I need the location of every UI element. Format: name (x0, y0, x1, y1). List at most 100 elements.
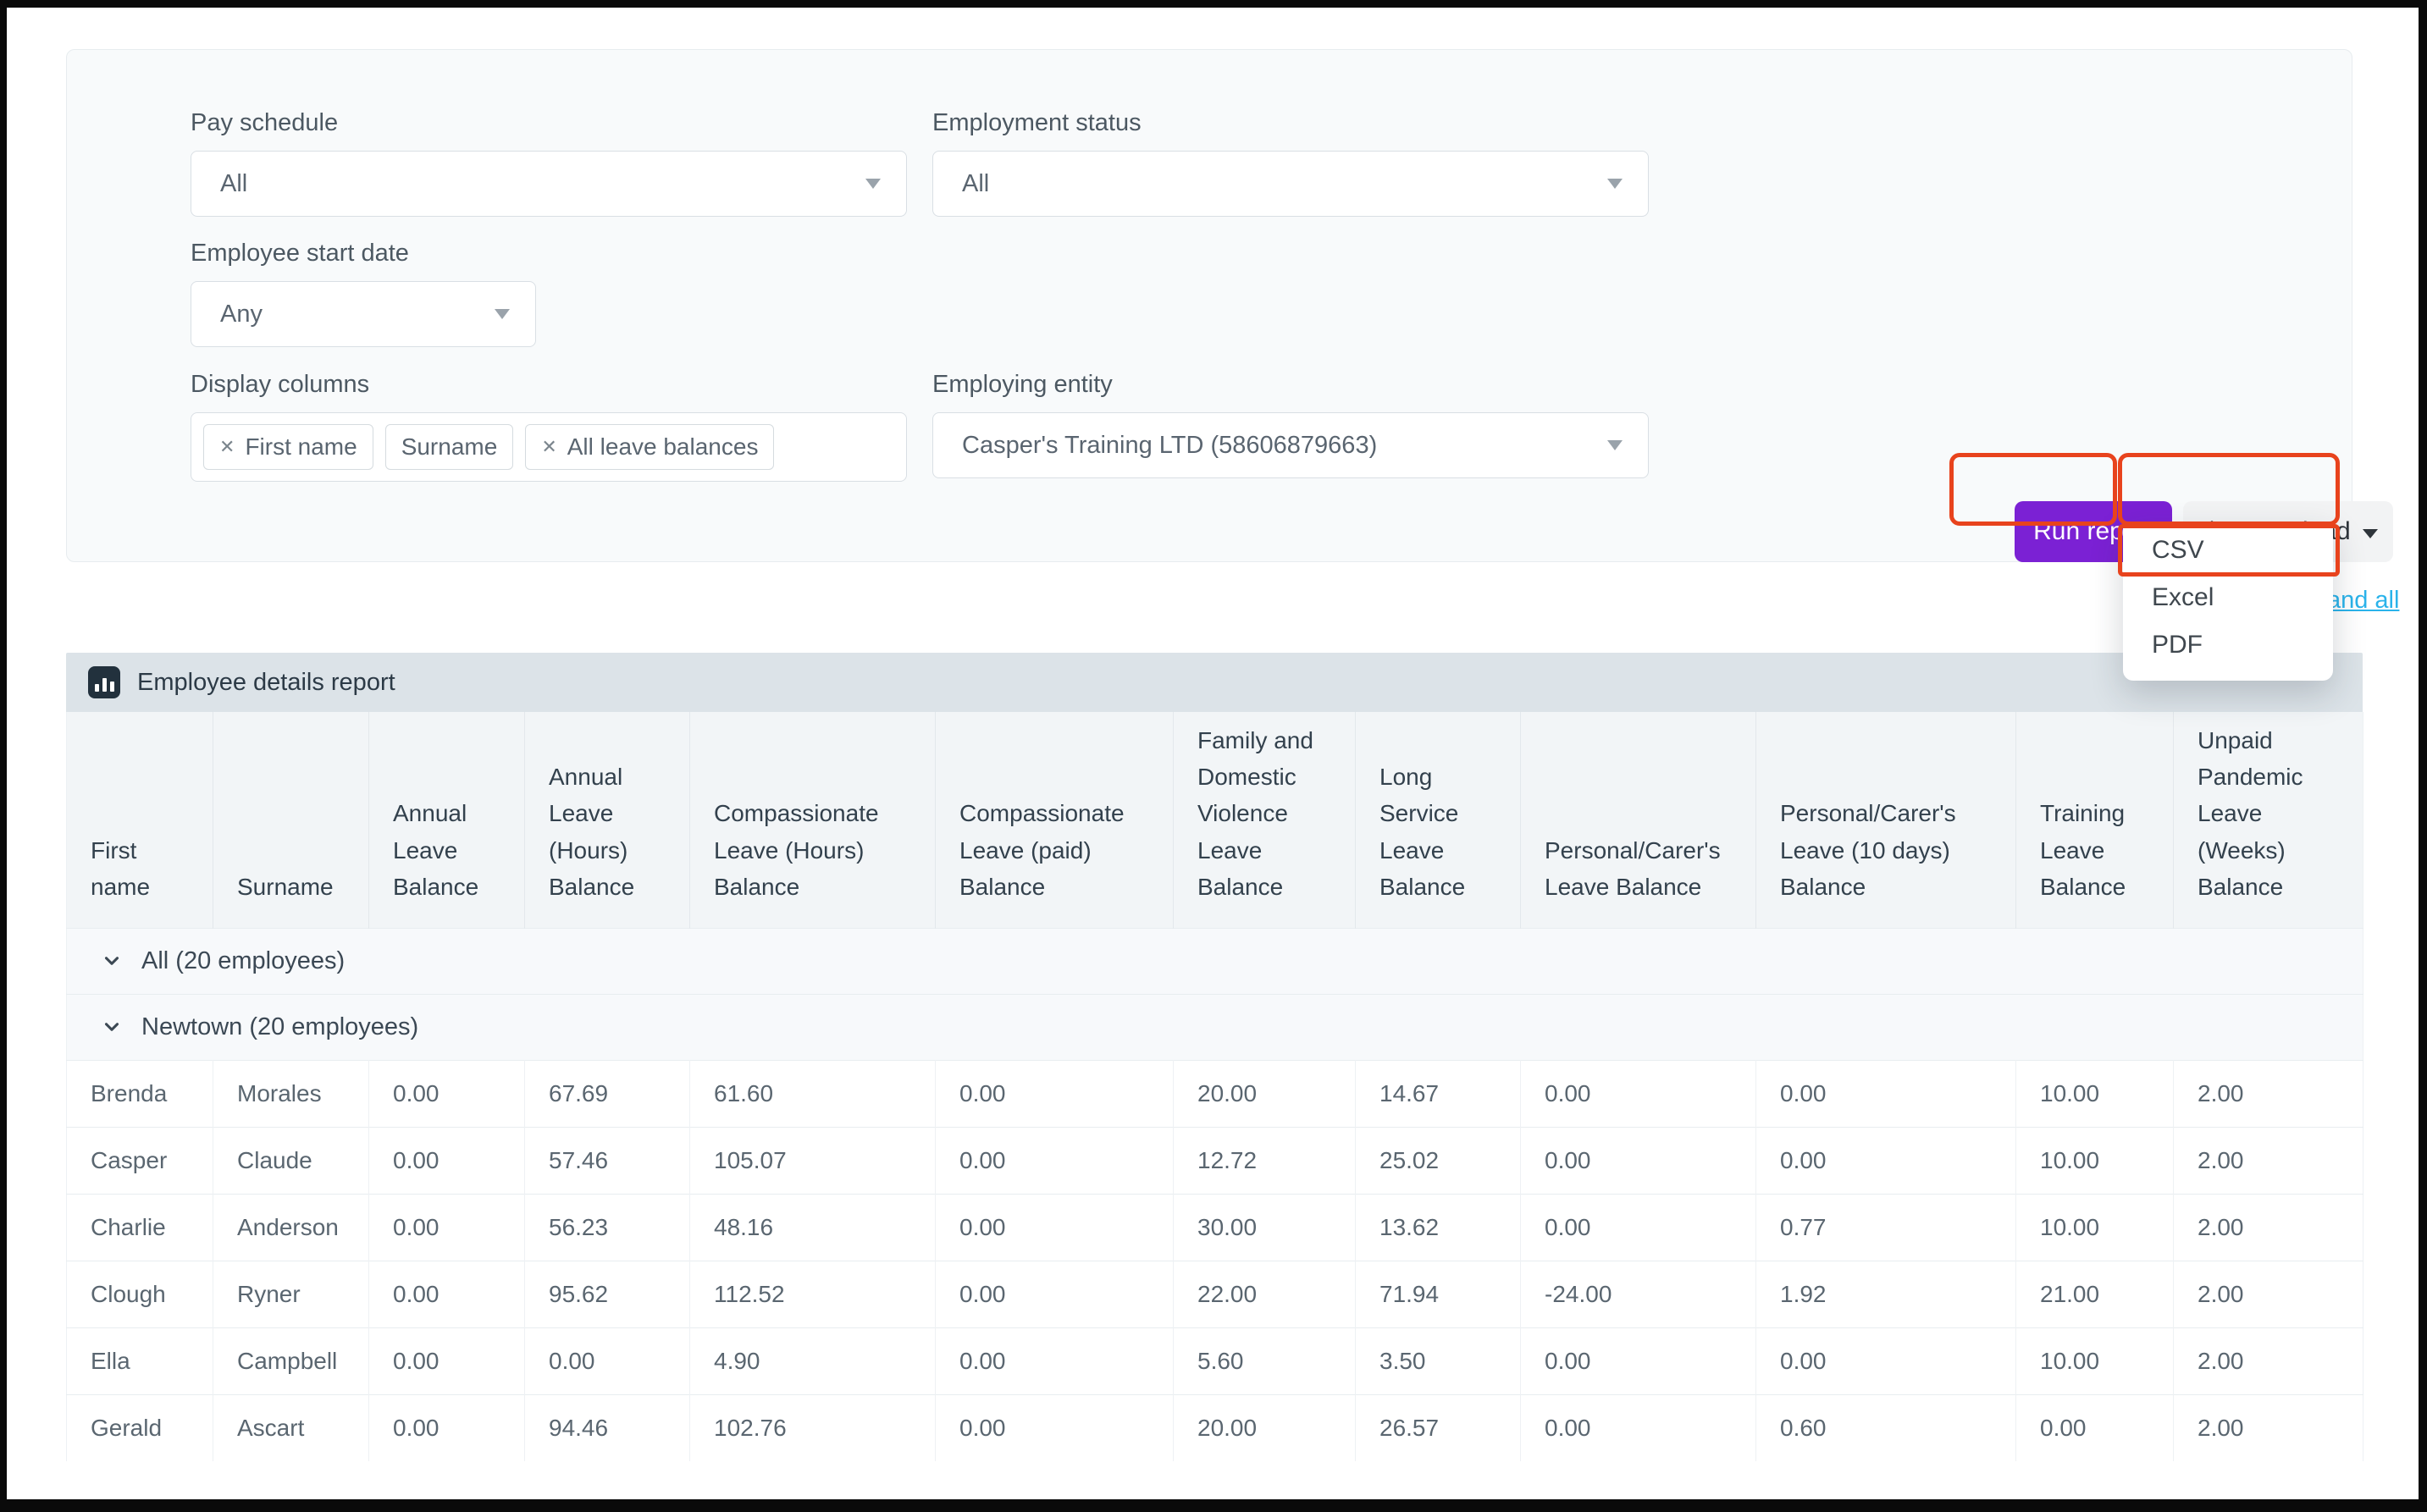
column-header: Surname (213, 712, 369, 928)
cell: 12.72 (1173, 1126, 1356, 1194)
cell: 0.00 (524, 1327, 690, 1394)
group-row[interactable]: All (20 employees) (66, 927, 2363, 994)
pay-schedule-field: Pay schedule All (191, 109, 907, 217)
cell: 48.16 (689, 1193, 936, 1261)
cell: 102.76 (689, 1393, 936, 1461)
chevron-down-icon (104, 1023, 119, 1031)
remove-icon[interactable]: ✕ (219, 438, 235, 456)
screenshot-frame: Pay schedule All Employment status All E… (0, 0, 2427, 1512)
pay-schedule-select[interactable]: All (191, 151, 907, 217)
employing-entity-select[interactable]: Casper's Training LTD (58606879663) (932, 412, 1649, 478)
cell: 2.00 (2173, 1059, 2363, 1127)
cell: 67.69 (524, 1059, 690, 1127)
cell: Brenda (66, 1059, 213, 1127)
chevron-down-icon (2362, 528, 2378, 538)
cell: 30.00 (1173, 1193, 1356, 1261)
cell: 57.46 (524, 1126, 690, 1194)
column-header: Personal/Carer's Leave Balance (1520, 712, 1756, 928)
cell: 0.00 (935, 1393, 1174, 1461)
cell: 1.92 (1755, 1260, 2016, 1327)
cell: 3.50 (1355, 1327, 1521, 1394)
cell: 0.00 (935, 1193, 1174, 1261)
cell: 94.46 (524, 1393, 690, 1461)
cell: Campbell (213, 1327, 369, 1394)
report-title: Employee details report (137, 668, 395, 696)
display-column-tag[interactable]: ✕ All leave balances (525, 424, 775, 470)
cell: 56.23 (524, 1193, 690, 1261)
download-menu-item-csv[interactable]: CSV (2123, 527, 2333, 574)
column-header: Annual Leave (Hours) Balance (524, 712, 690, 928)
group-row[interactable]: Newtown (20 employees) (66, 993, 2363, 1060)
display-columns-label: Display columns (191, 371, 370, 398)
cell: 0.00 (1520, 1193, 1756, 1261)
employment-status-value: All (962, 169, 990, 197)
display-column-tag[interactable]: ✕ First name (203, 424, 373, 470)
cell: 61.60 (689, 1059, 936, 1127)
pay-schedule-value: All (220, 169, 248, 197)
report-body: All (20 employees) Newtown (20 employees)… (66, 927, 2363, 1461)
table-row: Ella Campbell 0.00 0.00 4.90 0.00 5.60 3.50 0.00… (66, 1327, 2363, 1394)
cell: 0.00 (1520, 1327, 1756, 1394)
employing-entity-field: Employing entity Casper's Training LTD (… (932, 371, 1649, 478)
cell: 22.00 (1173, 1260, 1356, 1327)
cell: 20.00 (1173, 1393, 1356, 1461)
employee-start-date-label: Employee start date (191, 240, 409, 267)
cell: 0.00 (1755, 1327, 2016, 1394)
cell: Morales (213, 1059, 369, 1127)
cell: 0.00 (1520, 1393, 1756, 1461)
tag-label: Surname (401, 433, 498, 460)
employee-start-date-value: Any (220, 300, 263, 328)
report-titlebar: Employee details report (66, 653, 2363, 712)
cell: Gerald (66, 1393, 213, 1461)
cell: 0.00 (1755, 1126, 2016, 1194)
cell: 0.77 (1755, 1193, 2016, 1261)
cell: 0.00 (1520, 1126, 1756, 1194)
cell: Ascart (213, 1393, 369, 1461)
employing-entity-label: Employing entity (932, 371, 1113, 398)
display-column-tag[interactable]: Surname (384, 424, 514, 470)
group-label: Newtown (20 employees) (141, 1013, 419, 1040)
column-header: First name (66, 712, 213, 928)
cell: 0.00 (1755, 1059, 2016, 1127)
cell: 0.00 (1520, 1059, 1756, 1127)
display-columns-field: Display columns ✕ First name Surname ✕ All l… (191, 371, 907, 482)
cell: 71.94 (1355, 1260, 1521, 1327)
column-header: Unpaid Pandemic Leave (Weeks) Balance (2173, 712, 2363, 928)
pay-schedule-label: Pay schedule (191, 109, 339, 136)
cell: 112.52 (689, 1260, 936, 1327)
download-menu-item-pdf[interactable]: PDF (2123, 621, 2333, 669)
cell: 10.00 (2015, 1059, 2174, 1127)
employee-start-date-select[interactable]: Any (191, 281, 536, 347)
report-table: First name Surname Annual Leave Balance Ann… (66, 712, 2363, 1461)
employment-status-select[interactable]: All (932, 151, 1649, 217)
cell: 21.00 (2015, 1260, 2174, 1327)
cell: 4.90 (689, 1327, 936, 1394)
download-menu: CSV Excel PDF (2123, 521, 2333, 681)
cell: 20.00 (1173, 1059, 1356, 1127)
report-section: Employee details report First name Surnam… (66, 653, 2363, 1461)
cell: 0.60 (1755, 1393, 2016, 1461)
cell: 25.02 (1355, 1126, 1521, 1194)
cell: Charlie (66, 1193, 213, 1261)
remove-icon[interactable]: ✕ (541, 438, 556, 456)
display-columns-input[interactable]: ✕ First name Surname ✕ All leave balances (191, 412, 907, 482)
employment-status-label: Employment status (932, 109, 1142, 136)
download-menu-item-excel[interactable]: Excel (2123, 574, 2333, 621)
page: Pay schedule All Employment status All E… (7, 8, 2419, 1499)
cell: -24.00 (1520, 1260, 1756, 1327)
employing-entity-value: Casper's Training LTD (58606879663) (962, 431, 1378, 459)
tag-label: All leave balances (567, 433, 759, 460)
cell: 0.00 (935, 1327, 1174, 1394)
cell: Anderson (213, 1193, 369, 1261)
cell: 13.62 (1355, 1193, 1521, 1261)
employment-status-field: Employment status All (932, 109, 1649, 217)
cell: Clough (66, 1260, 213, 1327)
chevron-down-icon (495, 309, 510, 319)
cell: 95.62 (524, 1260, 690, 1327)
cell: 0.00 (368, 1193, 525, 1261)
employee-start-date-field: Employee start date Any (191, 240, 536, 347)
column-header: Annual Leave Balance (368, 712, 525, 928)
cell: 26.57 (1355, 1393, 1521, 1461)
cell: 2.00 (2173, 1393, 2363, 1461)
cell: 0.00 (935, 1126, 1174, 1194)
